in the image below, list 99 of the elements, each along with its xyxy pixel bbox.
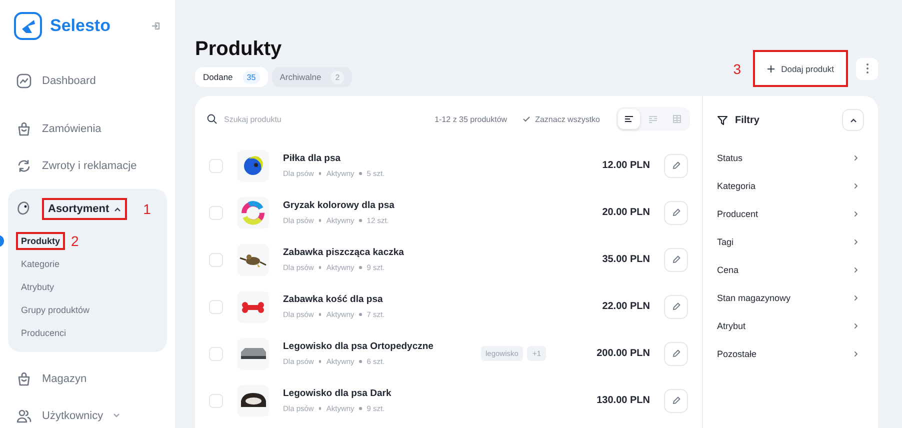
filter-item[interactable]: Pozostałe [717, 340, 864, 368]
nav-item[interactable]: Zwroty i reklamacje [8, 147, 167, 184]
count-badge: 2 [331, 70, 344, 84]
chevron-right-icon [854, 323, 858, 329]
filter-item[interactable]: Kategoria [717, 172, 864, 200]
edit-button[interactable] [664, 200, 688, 224]
product-name[interactable]: Legowisko dla psa Ortopedyczne [283, 341, 480, 352]
nav-item[interactable]: Asortyment [42, 198, 128, 220]
collapse-filters-button[interactable] [842, 109, 864, 131]
product-price: 130.00 PLN [596, 395, 650, 406]
product-price: 35.00 PLN [601, 254, 650, 265]
add-product-button[interactable]: Dodaj produkt [753, 50, 848, 87]
search-icon [207, 114, 217, 124]
row-checkbox[interactable] [209, 206, 223, 220]
product-price: 200.00 PLN [596, 348, 650, 359]
caret-up-icon [850, 118, 856, 122]
pencil-icon [672, 349, 680, 358]
row-checkbox[interactable] [209, 394, 223, 408]
product-name[interactable]: Legowisko dla psa Dark [283, 388, 560, 399]
row-checkbox[interactable] [209, 346, 223, 360]
view-toggle[interactable] [618, 109, 640, 129]
product-photo [237, 338, 269, 370]
more-icon [866, 63, 868, 74]
filters-title: Filtry [735, 114, 760, 126]
submenu-item[interactable]: Grupy produktów [16, 300, 95, 318]
chevron-right-icon [854, 351, 858, 357]
callout-number: 3 [733, 62, 742, 76]
compact-view-icon [649, 116, 657, 122]
filter-item[interactable]: Stan magazynowy [717, 284, 864, 312]
nav-item[interactable]: Dashboard [8, 62, 167, 99]
pencil-icon [672, 161, 680, 170]
product-price: 22.00 PLN [601, 301, 650, 312]
refresh-icon [16, 158, 32, 174]
chevron-right-icon [854, 211, 858, 217]
chevron-right-icon [854, 295, 858, 301]
list-view-icon [625, 116, 633, 122]
filter-icon [717, 114, 728, 126]
tab[interactable]: Dodane 35 [195, 67, 268, 87]
submenu-item[interactable]: Producenci [16, 324, 72, 342]
select-all-button[interactable]: Zaznacz wszystko [523, 114, 600, 124]
row-checkbox[interactable] [209, 158, 223, 172]
caret-down-icon [113, 413, 120, 418]
product-name[interactable]: Gryzak kolorowy dla psa [283, 200, 560, 211]
page-title: Produkty [195, 38, 283, 61]
edit-button[interactable] [664, 154, 688, 178]
tab[interactable]: Archiwalne 2 [272, 67, 352, 87]
pencil-icon [672, 396, 680, 405]
filter-item[interactable]: Tagi [717, 228, 864, 256]
product-price: 12.00 PLN [601, 160, 650, 171]
pencil-icon [672, 208, 680, 217]
more-button[interactable] [856, 58, 878, 80]
submenu-item[interactable]: Atrybuty [16, 278, 60, 296]
count-badge: 35 [242, 70, 260, 84]
product-name[interactable]: Zabawka kość dla psa [283, 294, 560, 305]
collapse-sidebar-icon[interactable] [151, 21, 161, 31]
product-photo [237, 244, 269, 276]
callout-number: 2 [71, 234, 79, 248]
nav-item[interactable]: Magazyn [8, 360, 167, 397]
tag-icon [16, 201, 32, 217]
product-price: 20.00 PLN [601, 207, 650, 218]
submenu-item[interactable]: Kategorie [16, 254, 65, 272]
product-photo [237, 150, 269, 182]
product-photo [237, 290, 269, 322]
product-name[interactable]: Zabawka piszcząca kaczka [283, 247, 560, 258]
filter-item[interactable]: Status [717, 144, 864, 172]
row-checkbox[interactable] [209, 300, 223, 314]
edit-button[interactable] [664, 388, 688, 412]
users-icon [16, 408, 32, 424]
results-count: 1-12 z 35 produktów [434, 114, 508, 124]
product-photo [237, 196, 269, 228]
callout-number: 1 [143, 202, 151, 216]
nav-item[interactable]: Zamówienia [8, 110, 167, 147]
filter-item[interactable]: Producent [717, 200, 864, 228]
chevron-right-icon [854, 183, 858, 189]
edit-button[interactable] [664, 294, 688, 318]
nav-item[interactable]: Użytkownicy [8, 397, 167, 428]
bag-icon [16, 370, 32, 386]
row-checkbox[interactable] [209, 252, 223, 266]
bag-icon [16, 120, 32, 136]
caret-up-icon [114, 206, 122, 212]
filter-item[interactable]: Atrybut [717, 312, 864, 340]
product-photo [237, 384, 269, 416]
chart-icon [16, 72, 32, 88]
submenu-item[interactable]: Produkty [16, 232, 66, 250]
edit-button[interactable] [664, 248, 688, 272]
logo-icon [14, 12, 42, 40]
search-field[interactable]: Szukaj produktu [224, 114, 344, 124]
grid-view-icon [673, 115, 681, 123]
product-name[interactable]: Piłka dla psa [283, 153, 560, 164]
pencil-icon [672, 255, 680, 264]
chevron-right-icon [854, 239, 858, 245]
edit-button[interactable] [664, 342, 688, 366]
plus-icon [767, 64, 776, 72]
chevron-right-icon [854, 155, 858, 161]
filter-item[interactable]: Cena [717, 256, 864, 284]
check-icon [523, 116, 530, 122]
pencil-icon [672, 302, 680, 311]
chevron-right-icon [854, 267, 858, 273]
brand-name: Selesto [50, 16, 112, 36]
